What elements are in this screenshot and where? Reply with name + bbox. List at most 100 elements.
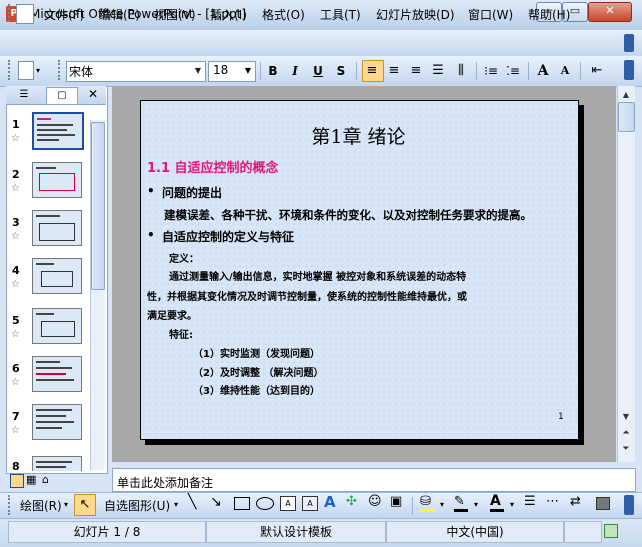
oval-tool-icon[interactable] (256, 497, 274, 510)
pane-close-button[interactable]: ✕ (86, 87, 100, 101)
font-size-dropdown-icon[interactable]: ▼ (242, 62, 254, 79)
line-tool-icon[interactable]: ╲ (188, 494, 196, 510)
slide-thumbnail-5[interactable] (32, 308, 82, 344)
draw-toolbar-grip-icon[interactable] (8, 495, 13, 515)
picture-icon[interactable]: ▣ (390, 494, 402, 509)
new-document-icon[interactable] (18, 61, 34, 80)
arrow-tool-icon[interactable]: ↘ (210, 494, 222, 510)
slide-text-line[interactable]: 建模误差、各种干扰、环境和条件的变化、以及对控制任务要求的提高。 (164, 207, 532, 223)
thumb-line (36, 461, 72, 463)
shadow-button[interactable]: S (332, 62, 350, 80)
textbox-tool-icon[interactable]: A (280, 496, 296, 511)
rectangle-tool-icon[interactable] (234, 497, 250, 510)
justify-button[interactable]: ☰ (430, 62, 446, 80)
menu-format[interactable]: 格式(O) (262, 6, 305, 23)
close-window-button[interactable]: ✕ (588, 2, 632, 22)
menu-tools[interactable]: 工具(T) (320, 6, 361, 23)
slide-thumbnail-8[interactable] (32, 456, 82, 471)
font-color-swatch (490, 509, 504, 512)
autoshape-dropdown-icon[interactable]: ▾ (174, 500, 178, 509)
slide-feature-item[interactable]: （3）维持性能（达到目的） (193, 382, 320, 397)
menu-view[interactable]: 视图(V) (154, 6, 196, 23)
align-center-button[interactable]: ≡ (386, 62, 402, 80)
slides-pane-scroll-thumb[interactable] (91, 122, 105, 290)
slide-definition-label[interactable]: 定义： (169, 250, 199, 265)
slide-feature-item[interactable]: （2）及时调整 （解决问题） (193, 364, 323, 379)
vertical-textbox-icon[interactable]: A (302, 496, 318, 511)
transition-star-icon: ☆ (11, 183, 20, 194)
arrow-style-icon[interactable]: ⇄ (570, 494, 581, 509)
slide-feature-label[interactable]: 特征: (169, 326, 193, 341)
document-icon[interactable] (16, 4, 34, 24)
scroll-up-icon[interactable]: ▲ (619, 88, 633, 102)
fill-color-dropdown-icon[interactable]: ▾ (440, 500, 444, 509)
decrease-font-button[interactable]: A (556, 62, 574, 80)
align-left-icon: ≡ (366, 63, 378, 78)
bold-button[interactable]: B (264, 62, 282, 80)
font-color-dropdown-icon[interactable]: ▾ (510, 500, 514, 509)
slide-thumbnail-1[interactable] (32, 112, 84, 150)
increase-font-button[interactable]: A (534, 62, 552, 80)
fill-color-icon[interactable]: ⛁ (420, 494, 431, 509)
slide-section-heading[interactable]: 1.1 自适应控制的概念 (147, 157, 279, 176)
slide-definition-line[interactable]: 满足要求。 (147, 307, 197, 322)
slide-feature-item[interactable]: （1）实时监测（发现问题） (193, 345, 320, 360)
bullets-button[interactable]: ⁚≡ (504, 62, 522, 80)
slide-thumbnail-2[interactable] (32, 162, 82, 198)
spellcheck-status-icon[interactable] (604, 524, 618, 538)
status-extra-cell (564, 521, 602, 543)
distribute-button[interactable]: ⫼ (452, 62, 470, 80)
scroll-down-icon[interactable]: ▼ (619, 410, 633, 424)
next-slide-icon[interactable]: ⏷ (619, 442, 633, 456)
wordart-icon[interactable]: A (324, 493, 336, 511)
normal-view-button[interactable] (10, 474, 24, 488)
slide-thumbnail-4[interactable] (32, 258, 82, 294)
slide-bullet-1[interactable]: 问题的提出 (162, 184, 222, 201)
select-objects-icon[interactable]: ↖ (74, 494, 96, 516)
slideshow-view-button[interactable]: ⌂ (42, 473, 49, 486)
slide-scroll-thumb[interactable] (618, 102, 635, 132)
menu-edit[interactable]: 编辑(E) (99, 6, 140, 23)
line-color-icon[interactable]: ✎ (454, 494, 465, 509)
tab-outline[interactable]: ☰ (10, 88, 38, 102)
slide-definition-line[interactable]: 性，并根据其变化情况及时调节控制量，使系统的控制性能维持最优，或 (147, 288, 467, 303)
draw-menu-dropdown-icon[interactable]: ▾ (64, 500, 68, 509)
slide-title[interactable]: 第1章 绪论 (140, 122, 577, 149)
slide-sorter-view-button[interactable]: ▦ (26, 473, 36, 486)
numbering-button[interactable]: ⁝≡ (482, 62, 500, 80)
line-style-icon[interactable]: ☰ (524, 494, 536, 509)
slide-bullet-2[interactable]: 自适应控制的定义与特征 (162, 228, 294, 245)
draw-toolbar-overflow-icon[interactable] (624, 495, 634, 515)
slide-thumbnail-7[interactable] (32, 404, 82, 440)
menu-grip-icon[interactable] (8, 4, 13, 22)
menu-file[interactable]: 文件(F) (44, 6, 84, 23)
line-color-dropdown-icon[interactable]: ▾ (474, 500, 478, 509)
autoshape-button[interactable]: 自选图形(U) (104, 497, 170, 514)
italic-button[interactable]: I (286, 62, 304, 80)
draw-menu-button[interactable]: 绘图(R) (20, 497, 62, 514)
clipart-icon[interactable]: ☺ (368, 494, 382, 509)
menu-window[interactable]: 窗口(W) (468, 6, 513, 23)
thumb-line (36, 421, 74, 423)
dash-style-icon[interactable]: ⋯ (546, 494, 559, 509)
underline-button[interactable]: U (309, 62, 327, 80)
menu-help[interactable]: 帮助(H) (528, 6, 570, 23)
menu-overflow-icon[interactable] (624, 34, 634, 52)
font-dropdown-icon[interactable]: ▼ (192, 62, 204, 79)
slide-scrollbar[interactable] (617, 86, 635, 462)
font-color-icon[interactable]: A (490, 493, 501, 509)
slide-thumbnail-3[interactable] (32, 210, 82, 246)
slide-definition-line[interactable]: 通过测量输入/输出信息，实时地掌握 被控对象和系统误差的动态特 (169, 268, 466, 283)
diagram-icon[interactable]: ✣ (346, 494, 357, 509)
align-right-button[interactable]: ≡ (408, 62, 424, 80)
menu-slideshow[interactable]: 幻灯片放映(D) (376, 6, 455, 23)
menu-insert[interactable]: 插入(I) (210, 6, 247, 23)
decrease-indent-button[interactable]: ⇤ (588, 62, 606, 80)
tab-slides[interactable]: ▢ (46, 87, 78, 104)
previous-slide-icon[interactable]: ⏶ (619, 426, 633, 440)
toolbar-grip-icon[interactable] (8, 60, 13, 80)
shadow-style-icon[interactable] (596, 497, 610, 510)
slide-thumbnail-6[interactable] (32, 356, 82, 392)
new-dropdown-icon[interactable]: ▾ (36, 66, 40, 75)
toolbar-overflow-icon[interactable] (624, 60, 634, 80)
